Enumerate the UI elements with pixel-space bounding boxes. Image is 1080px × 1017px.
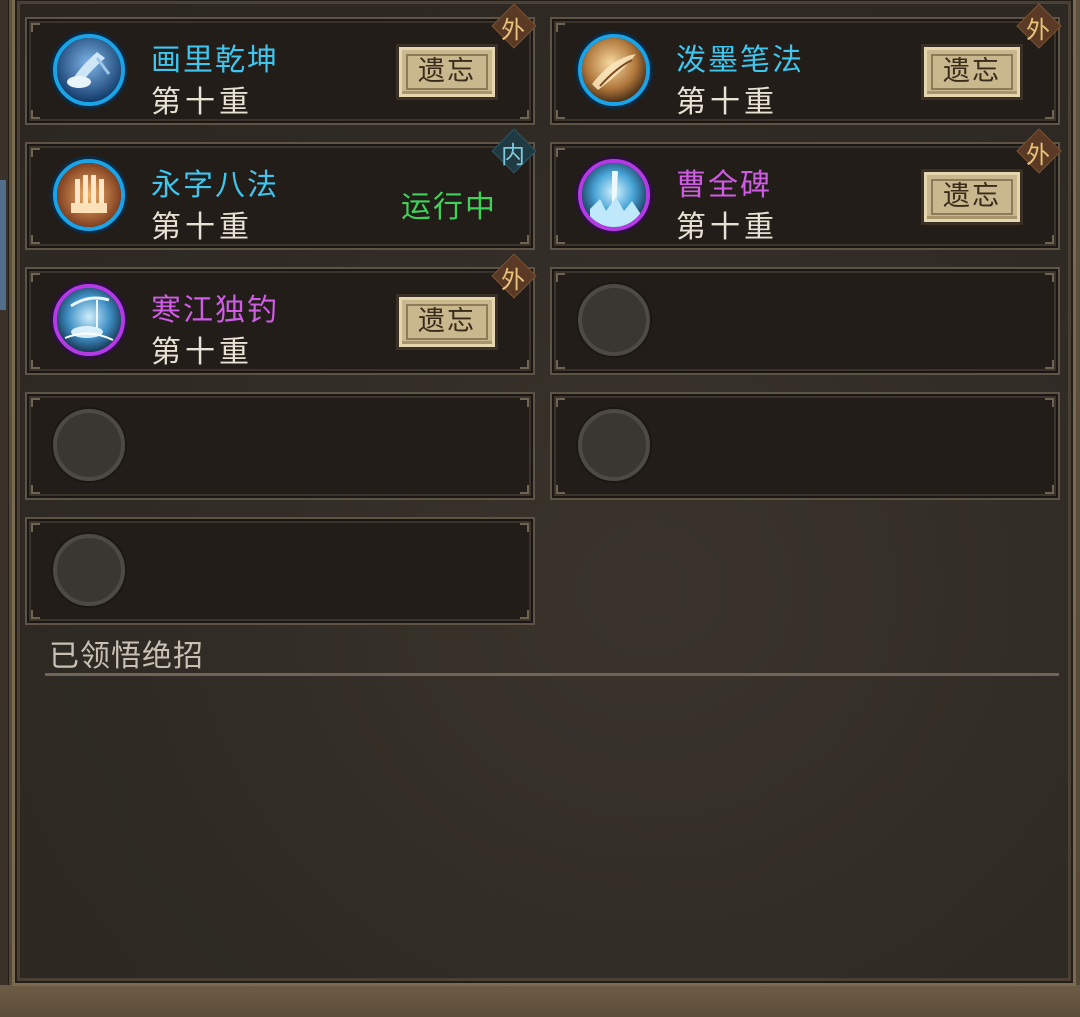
active-tab-marker [0, 180, 6, 310]
skill-name: 永字八法 [151, 168, 279, 203]
left-tab-strip [0, 0, 9, 1017]
forget-button[interactable]: 遗忘 [399, 47, 495, 97]
empty-slot-icon [53, 534, 125, 606]
running-status: 运行中 [401, 190, 497, 225]
skill-slot: 永字八法 第十重 运行中 内 [25, 128, 537, 250]
skill-slot: 泼墨笔法 第十重 遗忘 外 [550, 3, 1062, 125]
bottom-frame [0, 985, 1080, 1017]
section-title: 已领悟绝招 [49, 639, 204, 674]
empty-skill-slot[interactable] [550, 392, 1060, 500]
outer-type-badge: 外 [1016, 128, 1062, 174]
ink-brush-icon [53, 34, 125, 106]
empty-slot-icon [578, 284, 650, 356]
skills-panel: 画里乾坤 第十重 遗忘 外 泼墨笔法 第十重 遗忘 外 永字八法 第十重 运行中… [12, 0, 1076, 986]
skill-name: 曹全碑 [676, 168, 772, 203]
fishing-icon [53, 284, 125, 356]
forget-button[interactable]: 遗忘 [924, 172, 1020, 222]
skill-level: 第十重 [676, 85, 778, 120]
skill-level: 第十重 [151, 335, 253, 370]
skill-level: 第十重 [151, 210, 253, 245]
empty-skill-slot[interactable] [25, 392, 535, 500]
forget-button[interactable]: 遗忘 [399, 297, 495, 347]
forget-button[interactable]: 遗忘 [924, 47, 1020, 97]
stele-splash-icon [578, 159, 650, 231]
skill-slot: 寒江独钓 第十重 遗忘 外 [25, 253, 537, 375]
outer-type-badge: 外 [491, 253, 537, 299]
empty-slot-icon [578, 409, 650, 481]
outer-type-badge: 外 [491, 3, 537, 49]
brush-stroke-icon [578, 34, 650, 106]
inner-type-badge: 内 [491, 128, 537, 174]
flame-scroll-icon [53, 159, 125, 231]
skill-name: 泼墨笔法 [676, 43, 804, 78]
empty-skill-slot[interactable] [25, 517, 535, 625]
skill-name: 寒江独钓 [151, 293, 279, 328]
skill-name: 画里乾坤 [151, 43, 279, 78]
skill-slot: 曹全碑 第十重 遗忘 外 [550, 128, 1062, 250]
skill-slot: 画里乾坤 第十重 遗忘 外 [25, 3, 537, 125]
skill-level: 第十重 [151, 85, 253, 120]
empty-slot-icon [53, 409, 125, 481]
section-divider [45, 673, 1059, 676]
outer-type-badge: 外 [1016, 3, 1062, 49]
skill-level: 第十重 [676, 210, 778, 245]
empty-skill-slot[interactable] [550, 267, 1060, 375]
